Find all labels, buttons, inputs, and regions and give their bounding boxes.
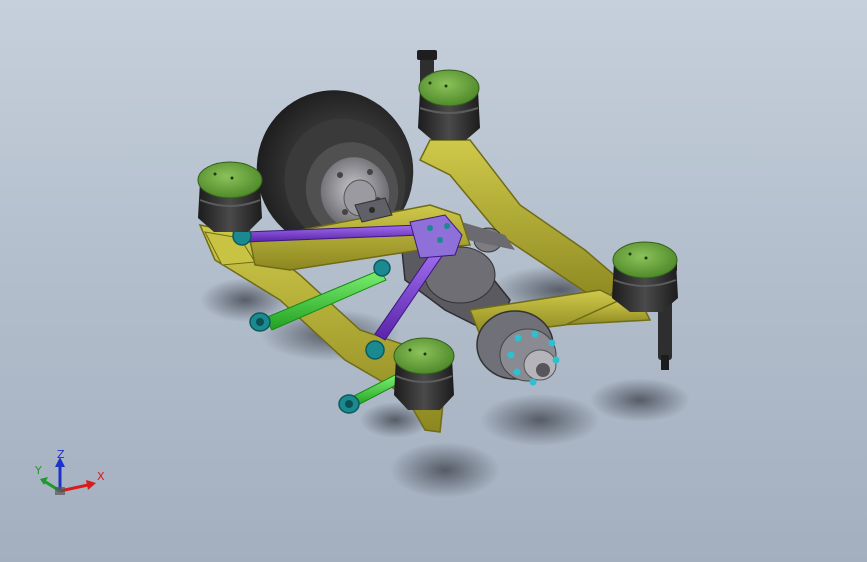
- air-spring-front-right[interactable]: [393, 337, 455, 410]
- air-spring-rear-right[interactable]: [612, 241, 678, 312]
- bushing-lower-front: [338, 394, 360, 414]
- air-spring-rear-left[interactable]: [418, 69, 480, 140]
- graphics-viewport[interactable]: X Y Z: [0, 0, 867, 562]
- air-spring-front-left[interactable]: [197, 161, 263, 232]
- x-axis-label: X: [97, 470, 105, 483]
- bushing-lower-center: [373, 259, 391, 277]
- z-axis-label: Z: [57, 448, 65, 461]
- suspension-assembly-model[interactable]: [0, 0, 867, 562]
- y-axis-label: Y: [35, 464, 42, 477]
- bushing-lower-left: [249, 312, 271, 332]
